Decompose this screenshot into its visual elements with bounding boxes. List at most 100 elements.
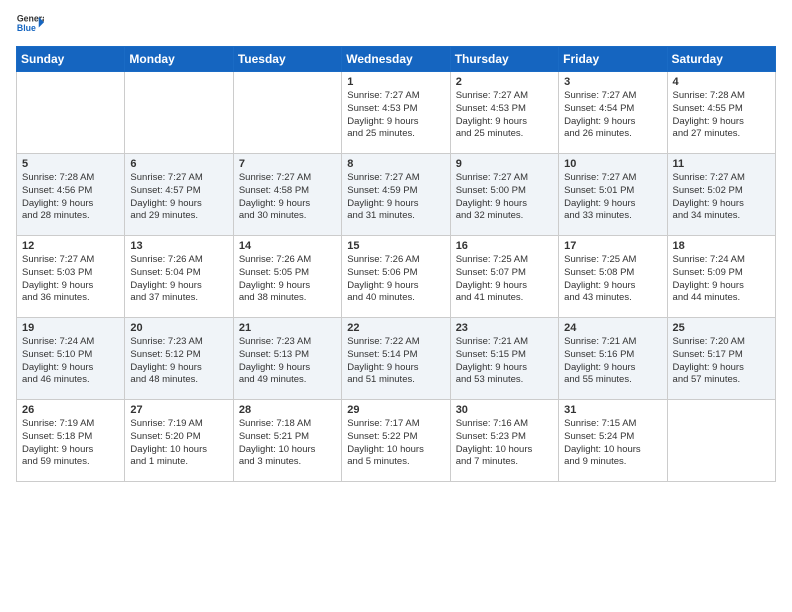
day-number: 29 xyxy=(347,404,444,416)
calendar-cell: 18Sunrise: 7:24 AMSunset: 5:09 PMDayligh… xyxy=(667,236,775,318)
day-info: Sunrise: 7:19 AMSunset: 5:20 PMDaylight:… xyxy=(130,418,227,469)
day-number: 28 xyxy=(239,404,336,416)
calendar-cell: 2 Sunrise: 7:27 AMSunset: 4:53 PMDaylight… xyxy=(450,72,558,154)
day-info: Sunrise: 7:20 AMSunset: 5:17 PMDaylight:… xyxy=(673,336,770,387)
calendar-cell: 4 Sunrise: 7:28 AMSunset: 4:55 PMDaylight… xyxy=(667,72,775,154)
day-info: Sunrise: 7:17 AMSunset: 5:22 PMDaylight:… xyxy=(347,418,444,469)
calendar-cell: 25 Sunrise: 7:20 AMSunset: 5:17 PMDayligh… xyxy=(667,318,775,400)
week-row-2: 5 Sunrise: 7:28 AMSunset: 4:56 PMDaylight… xyxy=(17,154,776,236)
day-info: Sunrise: 7:19 AMSunset: 5:18 PMDaylight:… xyxy=(22,418,119,469)
calendar-cell: 28 Sunrise: 7:18 AMSunset: 5:21 PMDayligh… xyxy=(233,400,341,482)
day-info: Sunrise: 7:26 AMSunset: 5:05 PMDaylight:… xyxy=(239,254,336,305)
calendar-cell: 8 Sunrise: 7:27 AMSunset: 4:59 PMDaylight… xyxy=(342,154,450,236)
day-number: 11 xyxy=(673,158,770,170)
day-info: Sunrise: 7:23 AMSunset: 5:12 PMDaylight:… xyxy=(130,336,227,387)
day-number: 15 xyxy=(347,240,444,252)
calendar-cell: 3 Sunrise: 7:27 AMSunset: 4:54 PMDaylight… xyxy=(559,72,667,154)
calendar-cell xyxy=(233,72,341,154)
day-info: Sunrise: 7:25 AMSunset: 5:08 PMDaylight:… xyxy=(564,254,661,305)
day-info: Sunrise: 7:28 AMSunset: 4:56 PMDaylight:… xyxy=(22,172,119,223)
day-number: 22 xyxy=(347,322,444,334)
weekday-header-saturday: Saturday xyxy=(667,47,775,72)
day-number: 24 xyxy=(564,322,661,334)
day-number: 14 xyxy=(239,240,336,252)
day-number: 7 xyxy=(239,158,336,170)
day-info: Sunrise: 7:28 AMSunset: 4:55 PMDaylight:… xyxy=(673,90,770,141)
calendar-cell: 22 Sunrise: 7:22 AMSunset: 5:14 PMDayligh… xyxy=(342,318,450,400)
day-number: 10 xyxy=(564,158,661,170)
day-info: Sunrise: 7:23 AMSunset: 5:13 PMDaylight:… xyxy=(239,336,336,387)
logo-icon: General Blue xyxy=(16,10,44,38)
calendar-cell: 12 Sunrise: 7:27 AMSunset: 5:03 PMDayligh… xyxy=(17,236,125,318)
page-container: General Blue SundayMondayTuesdayWednesda… xyxy=(0,0,792,490)
calendar-cell: 5 Sunrise: 7:28 AMSunset: 4:56 PMDaylight… xyxy=(17,154,125,236)
logo: General Blue xyxy=(16,10,48,38)
weekday-header-friday: Friday xyxy=(559,47,667,72)
calendar-cell: 16 Sunrise: 7:25 AMSunset: 5:07 PMDayligh… xyxy=(450,236,558,318)
day-info: Sunrise: 7:26 AMSunset: 5:04 PMDaylight:… xyxy=(130,254,227,305)
calendar-cell: 19 Sunrise: 7:24 AMSunset: 5:10 PMDayligh… xyxy=(17,318,125,400)
day-number: 9 xyxy=(456,158,553,170)
calendar-cell xyxy=(667,400,775,482)
day-info: Sunrise: 7:18 AMSunset: 5:21 PMDaylight:… xyxy=(239,418,336,469)
calendar-cell: 15 Sunrise: 7:26 AMSunset: 5:06 PMDayligh… xyxy=(342,236,450,318)
day-number: 19 xyxy=(22,322,119,334)
day-info: Sunrise: 7:22 AMSunset: 5:14 PMDaylight:… xyxy=(347,336,444,387)
day-number: 12 xyxy=(22,240,119,252)
calendar-cell: 30Sunrise: 7:16 AMSunset: 5:23 PMDayligh… xyxy=(450,400,558,482)
day-number: 20 xyxy=(130,322,227,334)
day-info: Sunrise: 7:27 AMSunset: 5:01 PMDaylight:… xyxy=(564,172,661,223)
week-row-5: 26 Sunrise: 7:19 AMSunset: 5:18 PMDayligh… xyxy=(17,400,776,482)
day-info: Sunrise: 7:27 AMSunset: 5:00 PMDaylight:… xyxy=(456,172,553,223)
calendar-cell: 1 Sunrise: 7:27 AMSunset: 4:53 PMDaylight… xyxy=(342,72,450,154)
day-info: Sunrise: 7:27 AMSunset: 5:03 PMDaylight:… xyxy=(22,254,119,305)
day-info: Sunrise: 7:25 AMSunset: 5:07 PMDaylight:… xyxy=(456,254,553,305)
day-number: 21 xyxy=(239,322,336,334)
weekday-header-thursday: Thursday xyxy=(450,47,558,72)
header: General Blue xyxy=(16,10,776,38)
day-number: 30 xyxy=(456,404,553,416)
day-info: Sunrise: 7:27 AMSunset: 4:53 PMDaylight:… xyxy=(347,90,444,141)
day-number: 16 xyxy=(456,240,553,252)
day-number: 5 xyxy=(22,158,119,170)
calendar-cell: 20 Sunrise: 7:23 AMSunset: 5:12 PMDayligh… xyxy=(125,318,233,400)
calendar-cell: 26 Sunrise: 7:19 AMSunset: 5:18 PMDayligh… xyxy=(17,400,125,482)
calendar-cell: 6Sunrise: 7:27 AMSunset: 4:57 PMDaylight… xyxy=(125,154,233,236)
day-number: 25 xyxy=(673,322,770,334)
day-info: Sunrise: 7:24 AMSunset: 5:10 PMDaylight:… xyxy=(22,336,119,387)
calendar-cell xyxy=(125,72,233,154)
calendar-table: SundayMondayTuesdayWednesdayThursdayFrid… xyxy=(16,46,776,482)
day-info: Sunrise: 7:27 AMSunset: 4:53 PMDaylight:… xyxy=(456,90,553,141)
day-info: Sunrise: 7:15 AMSunset: 5:24 PMDaylight:… xyxy=(564,418,661,469)
calendar-cell: 24 Sunrise: 7:21 AMSunset: 5:16 PMDayligh… xyxy=(559,318,667,400)
calendar-cell xyxy=(17,72,125,154)
weekday-header-wednesday: Wednesday xyxy=(342,47,450,72)
day-info: Sunrise: 7:27 AMSunset: 4:54 PMDaylight:… xyxy=(564,90,661,141)
day-number: 8 xyxy=(347,158,444,170)
week-row-1: 1 Sunrise: 7:27 AMSunset: 4:53 PMDaylight… xyxy=(17,72,776,154)
calendar-cell: 13 Sunrise: 7:26 AMSunset: 5:04 PMDayligh… xyxy=(125,236,233,318)
day-number: 1 xyxy=(347,76,444,88)
calendar-cell: 29 Sunrise: 7:17 AMSunset: 5:22 PMDayligh… xyxy=(342,400,450,482)
weekday-header-tuesday: Tuesday xyxy=(233,47,341,72)
week-row-4: 19 Sunrise: 7:24 AMSunset: 5:10 PMDayligh… xyxy=(17,318,776,400)
day-info: Sunrise: 7:26 AMSunset: 5:06 PMDaylight:… xyxy=(347,254,444,305)
day-number: 17 xyxy=(564,240,661,252)
calendar-cell: 17 Sunrise: 7:25 AMSunset: 5:08 PMDayligh… xyxy=(559,236,667,318)
day-info: Sunrise: 7:21 AMSunset: 5:16 PMDaylight:… xyxy=(564,336,661,387)
day-number: 2 xyxy=(456,76,553,88)
day-info: Sunrise: 7:27 AMSunset: 4:59 PMDaylight:… xyxy=(347,172,444,223)
day-info: Sunrise: 7:27 AMSunset: 4:57 PMDaylight:… xyxy=(130,172,227,223)
day-number: 23 xyxy=(456,322,553,334)
day-number: 26 xyxy=(22,404,119,416)
day-number: 4 xyxy=(673,76,770,88)
day-number: 31 xyxy=(564,404,661,416)
day-number: 27 xyxy=(130,404,227,416)
calendar-cell: 9 Sunrise: 7:27 AMSunset: 5:00 PMDaylight… xyxy=(450,154,558,236)
day-number: 3 xyxy=(564,76,661,88)
day-info: Sunrise: 7:27 AMSunset: 4:58 PMDaylight:… xyxy=(239,172,336,223)
svg-text:Blue: Blue xyxy=(17,23,36,33)
calendar-cell: 21 Sunrise: 7:23 AMSunset: 5:13 PMDayligh… xyxy=(233,318,341,400)
weekday-header-sunday: Sunday xyxy=(17,47,125,72)
day-number: 13 xyxy=(130,240,227,252)
